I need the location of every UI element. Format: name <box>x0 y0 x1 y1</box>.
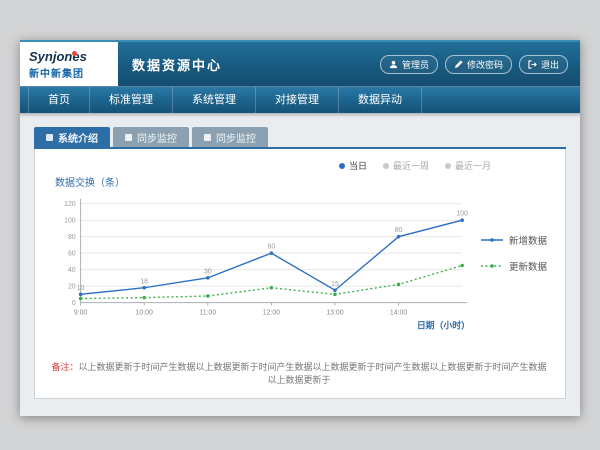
main-content: 系统介绍 同步监控 同步监控 当日 最近一周 最近一月 数据交换（条） 0 20 40 60 8… <box>20 113 580 414</box>
series-legend-label: 更新数据 <box>509 259 547 273</box>
range-filter[interactable]: 最近一月 <box>445 159 491 172</box>
series-legend: 新增数据更新数据 <box>480 233 547 273</box>
series-legend-item[interactable]: 更新数据 <box>480 259 547 273</box>
tab-icon <box>204 134 211 141</box>
range-filter[interactable]: 最近一周 <box>383 159 429 172</box>
user-icon <box>389 60 398 69</box>
series-line-icon <box>480 236 504 244</box>
chart-area: 0 20 40 60 80 100 120 9:00 10:00 11:00 12:00 13:00 1… <box>47 191 551 341</box>
svg-text:60: 60 <box>68 251 76 258</box>
nav-item[interactable]: 首页 <box>28 87 90 113</box>
brand-chinese-name: 新中新集团 <box>29 65 118 80</box>
svg-text:15: 15 <box>331 281 339 288</box>
filter-dot-icon <box>339 163 345 169</box>
brand-dot-icon <box>72 51 77 56</box>
header-button[interactable]: 修改密码 <box>445 55 512 74</box>
svg-text:120: 120 <box>64 201 76 208</box>
line-chart: 0 20 40 60 80 100 120 9:00 10:00 11:00 12:00 13:00 1… <box>47 191 478 341</box>
svg-text:40: 40 <box>68 267 76 274</box>
header-button[interactable]: 退出 <box>519 55 568 74</box>
svg-text:18: 18 <box>140 278 148 285</box>
footnote-text: 以上数据更新于时间产生数据以上数据更新于时间产生数据以上数据更新于时间产生数据以… <box>79 362 547 385</box>
header-button-label: 退出 <box>541 58 559 71</box>
svg-text:9:00: 9:00 <box>74 309 88 316</box>
svg-text:80: 80 <box>395 227 403 234</box>
footnote: 备注：以上数据更新于时间产生数据以上数据更新于时间产生数据以上数据更新于时间产生… <box>47 360 551 390</box>
logo: Synjones 新中新集团 <box>20 42 118 86</box>
svg-text:60: 60 <box>268 244 276 251</box>
svg-text:30: 30 <box>204 268 212 275</box>
tab[interactable]: 系统介绍 <box>34 127 110 147</box>
nav-item[interactable]: 数据异动 <box>339 87 422 113</box>
tab-label: 同步监控 <box>137 130 177 145</box>
app-header: Synjones 新中新集团 数据资源中心 管理员 修改密码 退出 <box>20 40 580 86</box>
edit-icon <box>454 60 463 69</box>
logout-icon <box>528 60 537 69</box>
filter-label: 最近一月 <box>455 159 491 172</box>
filter-dot-icon <box>383 163 389 169</box>
legend-filters: 当日 最近一周 最近一月 <box>47 157 551 172</box>
tab-bar: 系统介绍 同步监控 同步监控 <box>34 127 566 147</box>
nav-item[interactable]: 对接管理 <box>256 87 339 113</box>
header-button[interactable]: 管理员 <box>380 55 438 74</box>
svg-text:日期（小时）: 日期（小时） <box>417 319 470 330</box>
svg-text:14:00: 14:00 <box>390 309 407 316</box>
svg-text:100: 100 <box>456 211 468 218</box>
page-title: 数据资源中心 <box>132 55 222 74</box>
series-legend-item[interactable]: 新增数据 <box>480 233 547 247</box>
svg-text:10: 10 <box>77 285 85 292</box>
nav-item[interactable]: 系统管理 <box>173 87 256 113</box>
filter-label: 最近一周 <box>393 159 429 172</box>
series-legend-label: 新增数据 <box>509 233 547 247</box>
nav-item[interactable]: 标准管理 <box>90 87 173 113</box>
nav-menu: 首页标准管理系统管理对接管理数据异动 <box>20 86 580 113</box>
header-actions: 管理员 修改密码 退出 <box>380 42 580 86</box>
tab-icon <box>125 134 132 141</box>
range-filter[interactable]: 当日 <box>339 159 367 172</box>
footnote-prefix: 备注： <box>51 362 78 372</box>
svg-text:11:00: 11:00 <box>199 309 216 316</box>
svg-text:12:00: 12:00 <box>263 309 280 316</box>
svg-text:20: 20 <box>68 284 76 291</box>
tab[interactable]: 同步监控 <box>113 127 189 147</box>
tab-icon <box>46 134 53 141</box>
desktop-background: Synjones 新中新集团 数据资源中心 管理员修改密码退出 首页标准管理系统… <box>0 0 600 450</box>
header-button-label: 管理员 <box>402 58 429 71</box>
tab[interactable]: 同步监控 <box>192 127 268 147</box>
svg-text:13:00: 13:00 <box>326 309 343 316</box>
chart-card: 当日 最近一周 最近一月 数据交换（条） 0 20 40 60 80 100 120 9:00 10… <box>34 149 566 399</box>
filter-label: 当日 <box>349 159 367 172</box>
filter-dot-icon <box>445 163 451 169</box>
svg-text:10:00: 10:00 <box>136 309 153 316</box>
app-window: Synjones 新中新集团 数据资源中心 管理员修改密码退出 首页标准管理系统… <box>20 40 580 416</box>
y-axis-title: 数据交换（条） <box>55 174 551 189</box>
svg-text:80: 80 <box>68 234 76 241</box>
tab-label: 同步监控 <box>216 130 256 145</box>
svg-text:0: 0 <box>72 300 76 307</box>
series-line-icon <box>480 262 504 270</box>
tab-label: 系统介绍 <box>58 130 98 145</box>
header-button-label: 修改密码 <box>467 58 503 71</box>
svg-text:100: 100 <box>64 218 76 225</box>
